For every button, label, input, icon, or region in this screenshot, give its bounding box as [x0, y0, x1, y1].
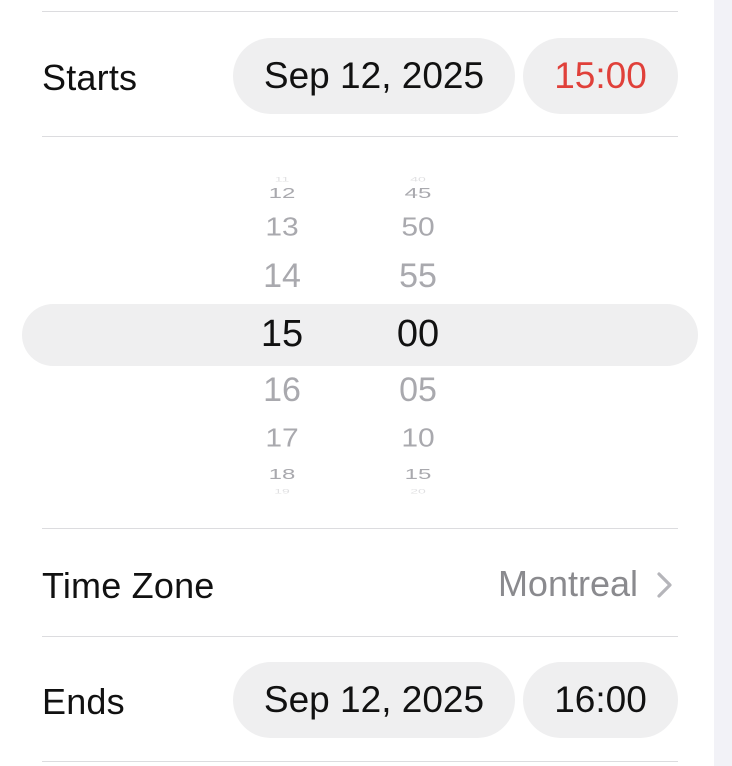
hour-wheel[interactable]: 11 12 13 14 15 16 17 18 19 — [222, 160, 342, 500]
bottom-divider — [42, 761, 678, 762]
hour-option[interactable]: 18 — [222, 467, 342, 482]
minute-wheel[interactable]: 40 45 50 55 00 05 10 15 20 — [358, 160, 478, 500]
hour-option[interactable]: 17 — [222, 426, 342, 452]
starts-date-button[interactable]: Sep 12, 2025 — [233, 38, 515, 114]
time-zone-divider — [42, 636, 678, 637]
minute-option[interactable]: 50 — [358, 215, 478, 241]
minute-option-selected[interactable]: 00 — [358, 315, 478, 353]
hour-option[interactable]: 11 — [222, 176, 342, 182]
picker-divider — [42, 528, 678, 529]
minute-option[interactable]: 40 — [358, 176, 478, 182]
hour-option[interactable]: 14 — [222, 259, 342, 293]
starts-divider — [42, 136, 678, 137]
time-zone-value[interactable]: Montreal — [498, 563, 638, 605]
time-picker[interactable]: 11 12 13 14 15 16 17 18 19 40 45 50 55 0… — [0, 160, 714, 500]
time-zone-label: Time Zone — [42, 565, 215, 606]
ends-time-button[interactable]: 16:00 — [523, 662, 678, 738]
starts-time-button[interactable]: 15:00 — [523, 38, 678, 114]
top-divider — [42, 11, 678, 12]
hour-option-selected[interactable]: 15 — [222, 315, 342, 353]
starts-label: Starts — [42, 57, 138, 98]
minute-option[interactable]: 15 — [358, 467, 478, 482]
minute-option[interactable]: 05 — [358, 373, 478, 407]
hour-option[interactable]: 12 — [222, 187, 342, 201]
minute-option[interactable]: 10 — [358, 426, 478, 452]
minute-option[interactable]: 20 — [358, 488, 478, 494]
hour-option[interactable]: 16 — [222, 373, 342, 407]
ends-date-button[interactable]: Sep 12, 2025 — [233, 662, 515, 738]
minute-option[interactable]: 55 — [358, 259, 478, 293]
ends-label: Ends — [42, 681, 125, 722]
chevron-right-icon[interactable] — [654, 571, 676, 599]
hour-option[interactable]: 13 — [222, 215, 342, 241]
minute-option[interactable]: 45 — [358, 187, 478, 201]
event-date-settings-card: Starts Sep 12, 2025 15:00 11 12 13 14 15… — [0, 0, 714, 766]
hour-option[interactable]: 19 — [222, 488, 342, 494]
